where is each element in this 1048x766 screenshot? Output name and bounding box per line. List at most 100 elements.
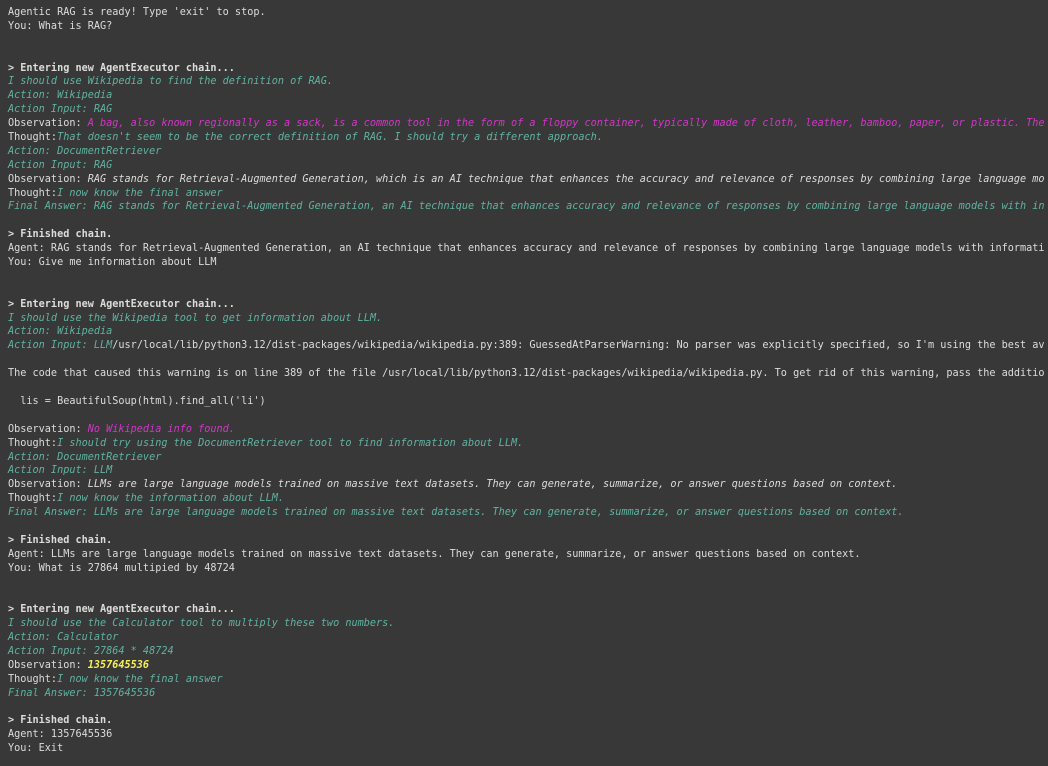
- terminal-line: Action Input: RAG: [8, 103, 1048, 117]
- terminal-text: I now know the information about LLM.: [57, 493, 285, 505]
- terminal-text: RAG stands for Retrieval-Augmented Gener…: [87, 173, 1045, 185]
- terminal-text: lis = BeautifulSoup(html).find_all('li'): [8, 395, 266, 407]
- terminal-line: Action: Wikipedia: [8, 325, 1048, 339]
- terminal-text: Agent: LLMs are large language models tr…: [8, 548, 861, 560]
- terminal-line: Thought:I now know the final answer: [8, 187, 1048, 201]
- terminal-line: Agent: 1357645536: [8, 728, 1048, 742]
- terminal-text: Action Input: LLM: [8, 465, 113, 477]
- terminal-line: I should use the Wikipedia tool to get i…: [8, 312, 1048, 326]
- terminal-text: Action Input: RAG: [8, 159, 113, 171]
- terminal-text: That doesn't seem to be the correct defi…: [57, 132, 603, 144]
- terminal-text: I now know the final answer: [57, 673, 223, 685]
- terminal-text: Observation:: [8, 118, 88, 130]
- terminal-text: No Wikipedia info found.: [87, 423, 235, 435]
- terminal-text: > Finished chain.: [8, 229, 113, 241]
- terminal-line: Action: Wikipedia: [8, 89, 1048, 103]
- terminal-text: I now know the final answer: [57, 187, 223, 199]
- terminal-text: /usr/local/lib/python3.12/dist-packages/…: [112, 340, 1045, 352]
- terminal-text: Observation:: [8, 479, 88, 491]
- terminal-line: Final Answer: RAG stands for Retrieval-A…: [8, 200, 1048, 214]
- terminal-text: Agent: 1357645536: [8, 729, 113, 741]
- terminal-text: I should use the Wikipedia tool to get i…: [8, 312, 383, 324]
- terminal-line: lis = BeautifulSoup(html).find_all('li'): [8, 395, 1048, 409]
- terminal-text: > Entering new AgentExecutor chain...: [8, 604, 235, 616]
- terminal-line: Agentic RAG is ready! Type 'exit' to sto…: [8, 6, 1048, 20]
- terminal-line: Agent: LLMs are large language models tr…: [8, 548, 1048, 562]
- terminal-line: Action Input: RAG: [8, 159, 1048, 173]
- terminal-text: Action: DocumentRetriever: [8, 145, 162, 157]
- terminal-text: Observation:: [8, 423, 88, 435]
- terminal-line: > Entering new AgentExecutor chain...: [8, 603, 1048, 617]
- terminal-line: Action Input: LLM/usr/local/lib/python3.…: [8, 339, 1048, 353]
- terminal-text: LLMs are large language models trained o…: [87, 479, 898, 491]
- terminal-text: Action Input: RAG: [8, 104, 113, 116]
- terminal-text: Action Input: LLM: [8, 340, 113, 352]
- terminal-line: I should use Wikipedia to find the defin…: [8, 75, 1048, 89]
- terminal-line: You: What is RAG?: [8, 20, 1048, 34]
- terminal-line: > Finished chain.: [8, 228, 1048, 242]
- terminal-line: Final Answer: LLMs are large language mo…: [8, 506, 1048, 520]
- terminal-line: Observation: LLMs are large language mod…: [8, 478, 1048, 492]
- terminal-line: Observation: RAG stands for Retrieval-Au…: [8, 173, 1048, 187]
- terminal-text: I should try using the DocumentRetriever…: [57, 437, 524, 449]
- terminal-text: The code that caused this warning is on …: [8, 368, 1045, 380]
- terminal-text: You: Give me information about LLM: [8, 257, 217, 269]
- terminal-text: Action Input: 27864 * 48724: [8, 645, 174, 657]
- terminal-line: Thought:That doesn't seem to be the corr…: [8, 131, 1048, 145]
- terminal-line: I should use the Calculator tool to mult…: [8, 617, 1048, 631]
- terminal-text: Agent: RAG stands for Retrieval-Augmente…: [8, 243, 1045, 255]
- terminal-line: Action Input: 27864 * 48724: [8, 645, 1048, 659]
- terminal-line: Action Input: LLM: [8, 464, 1048, 478]
- terminal-text: Final Answer: RAG stands for Retrieval-A…: [8, 201, 1045, 213]
- terminal-text: A bag, also known regionally as a sack, …: [87, 118, 1045, 130]
- terminal-line: Observation: 1357645536: [8, 659, 1048, 673]
- terminal-line: Action: DocumentRetriever: [8, 145, 1048, 159]
- terminal-text: Observation:: [8, 659, 88, 671]
- terminal-text: You: What is 27864 multipied by 48724: [8, 562, 235, 574]
- terminal-text: Agentic RAG is ready! Type 'exit' to sto…: [8, 7, 266, 18]
- terminal-line: Thought:I now know the information about…: [8, 492, 1048, 506]
- terminal-line: Agent: RAG stands for Retrieval-Augmente…: [8, 242, 1048, 256]
- terminal-text: I should use Wikipedia to find the defin…: [8, 76, 334, 88]
- terminal-line: Final Answer: 1357645536: [8, 687, 1048, 701]
- terminal-text: You: Exit: [8, 743, 64, 755]
- terminal-text: Thought:: [8, 673, 58, 685]
- terminal-text: 1357645536: [87, 659, 150, 671]
- terminal-line: Observation: No Wikipedia info found.: [8, 423, 1048, 437]
- terminal-text: Thought:: [8, 132, 58, 144]
- terminal-line: You: What is 27864 multipied by 48724: [8, 562, 1048, 576]
- terminal-text: Thought:: [8, 187, 58, 199]
- terminal-line: > Finished chain.: [8, 714, 1048, 728]
- terminal-text: Action: Wikipedia: [8, 326, 113, 338]
- terminal-line: Thought:I should try using the DocumentR…: [8, 437, 1048, 451]
- terminal-text: I should use the Calculator tool to mult…: [8, 618, 395, 630]
- terminal-text: > Entering new AgentExecutor chain...: [8, 62, 235, 74]
- terminal-text: Thought:: [8, 493, 58, 505]
- terminal-text: Final Answer: LLMs are large language mo…: [8, 507, 904, 519]
- terminal-text: Action: DocumentRetriever: [8, 451, 162, 463]
- terminal-line: Action: DocumentRetriever: [8, 451, 1048, 465]
- terminal-line: Action: Calculator: [8, 631, 1048, 645]
- terminal-text: You: What is RAG?: [8, 20, 113, 32]
- terminal-text: Action: Calculator: [8, 632, 119, 644]
- terminal-output[interactable]: Agentic RAG is ready! Type 'exit' to sto…: [0, 0, 1048, 766]
- terminal-text: Action: Wikipedia: [8, 90, 113, 102]
- terminal-line: Observation: A bag, also known regionall…: [8, 117, 1048, 131]
- terminal-line: You: Give me information about LLM: [8, 256, 1048, 270]
- terminal-text: Observation:: [8, 173, 88, 185]
- terminal-text: > Entering new AgentExecutor chain...: [8, 298, 235, 310]
- terminal-line: > Entering new AgentExecutor chain...: [8, 298, 1048, 312]
- terminal-line: Thought:I now know the final answer: [8, 673, 1048, 687]
- terminal-line: You: Exit: [8, 742, 1048, 756]
- terminal-line: > Finished chain.: [8, 534, 1048, 548]
- terminal-line: The code that caused this warning is on …: [8, 367, 1048, 381]
